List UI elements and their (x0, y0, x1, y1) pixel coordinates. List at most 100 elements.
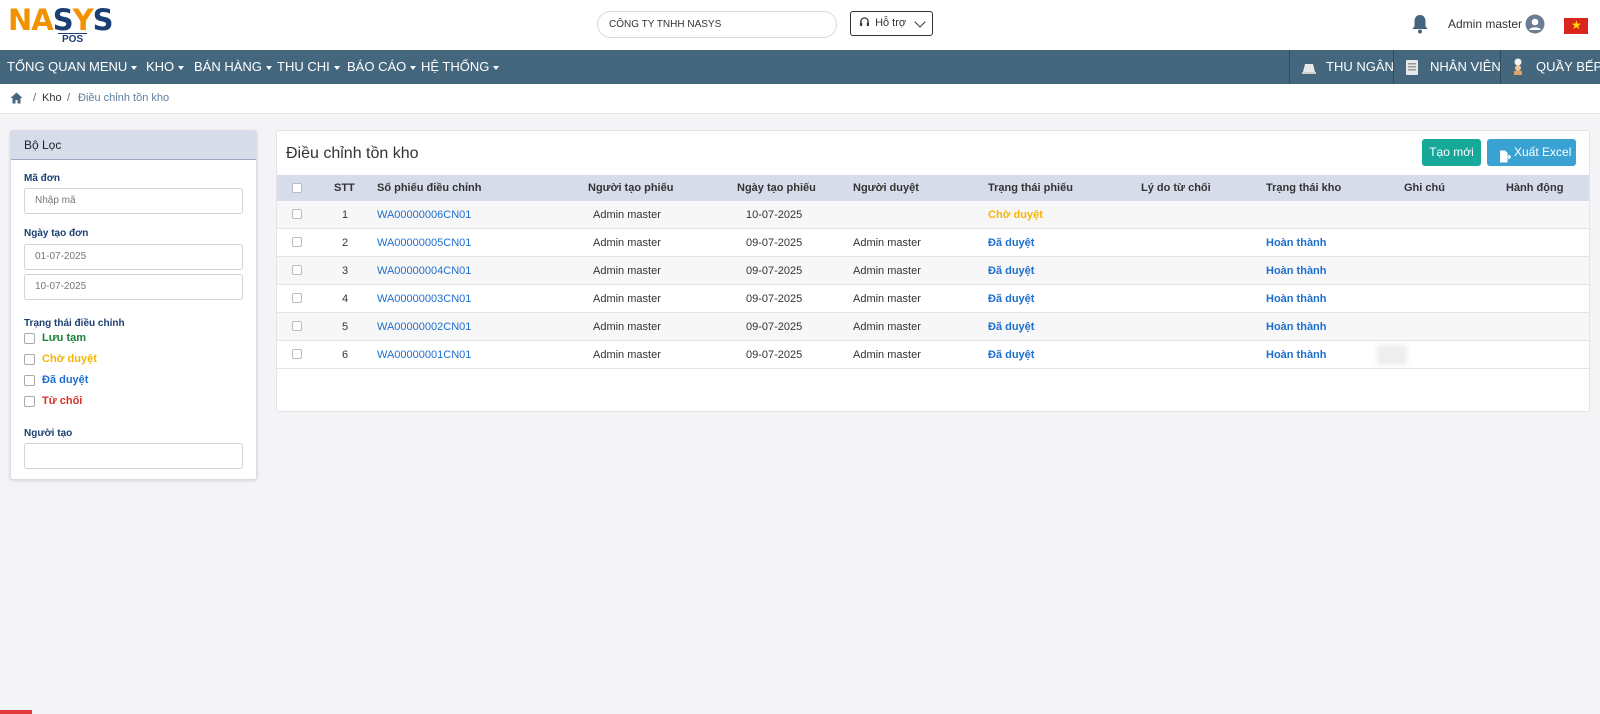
status-label: Trạng thái điều chỉnh (24, 318, 125, 329)
chef-icon (1510, 58, 1526, 76)
date-to-input[interactable]: 10-07-2025 (24, 274, 243, 300)
checkbox[interactable] (24, 375, 35, 386)
col-creator: Người tạo phiếu (588, 182, 674, 194)
nav-menu[interactable]: MENU (89, 50, 138, 84)
voucher-link[interactable]: WA00000002CN01 (377, 313, 471, 341)
col-date: Ngày tạo phiếu (737, 182, 816, 194)
filter-panel: Bộ Lọc Mã đơn Nhập mã Ngày tạo đơn 01-07… (10, 130, 257, 480)
creator-input[interactable] (24, 443, 243, 469)
col-approver: Người duyệt (853, 182, 919, 194)
stock-status-badge: Hoàn thành (1266, 265, 1327, 277)
caret-down-icon (493, 65, 500, 70)
select-all-checkbox[interactable] (292, 183, 302, 193)
nav-he-thong[interactable]: HỆ THỐNG (421, 50, 500, 84)
top-bar: NASYS POS CÔNG TY TNHH NASYS Hỗ trợ Admi… (0, 0, 1600, 50)
caret-down-icon (131, 65, 138, 70)
table-row[interactable]: 5 WA00000002CN01 Admin master 09-07-2025… (277, 313, 1589, 341)
table-row[interactable]: 3 WA00000004CN01 Admin master 09-07-2025… (277, 257, 1589, 285)
stock-status-badge: Hoàn thành (1266, 321, 1327, 333)
breadcrumb: / Kho / Điều chỉnh tồn kho (0, 84, 1600, 114)
logo-sub: POS (58, 33, 88, 45)
nav-divider (1500, 50, 1501, 84)
status-badge: Đã duyệt (988, 349, 1035, 361)
caret-down-icon (178, 65, 185, 70)
col-status: Trạng thái phiếu (988, 182, 1073, 194)
voucher-link[interactable]: WA00000004CN01 (377, 257, 471, 285)
caret-down-icon (265, 65, 272, 70)
create-new-button[interactable]: Tạo mới (1422, 139, 1481, 166)
vietnam-flag-icon[interactable]: ★ (1564, 18, 1588, 34)
voucher-link[interactable]: WA00000003CN01 (377, 285, 471, 313)
col-code: Số phiếu điều chỉnh (377, 182, 482, 194)
export-excel-button[interactable]: Xuất Excel (1487, 139, 1576, 166)
row-checkbox[interactable] (292, 209, 302, 219)
checkbox[interactable] (24, 354, 35, 365)
nav-nhan-vien[interactable]: NHÂN VIÊN (1430, 50, 1501, 84)
home-icon[interactable] (10, 92, 23, 104)
nav-ban-hang[interactable]: BÁN HÀNG (194, 50, 272, 84)
row-checkbox[interactable] (292, 293, 302, 303)
bell-icon[interactable] (1411, 14, 1429, 34)
stock-status-badge: Hoàn thành (1266, 293, 1327, 305)
table-row[interactable]: 1 WA00000006CN01 Admin master 10-07-2025… (277, 201, 1589, 229)
nav-divider (1289, 50, 1290, 84)
caret-down-icon (410, 65, 417, 70)
staff-icon (1404, 58, 1420, 76)
filter-title: Bộ Lọc (11, 131, 256, 160)
chevron-down-icon (914, 16, 926, 28)
caret-down-icon (333, 65, 340, 70)
file-export-icon (1499, 146, 1512, 163)
code-label: Mã đơn (24, 173, 60, 184)
row-checkbox[interactable] (292, 349, 302, 359)
voucher-link[interactable]: WA00000006CN01 (377, 201, 471, 229)
table-header: STT Số phiếu điều chỉnh Người tạo phiếu … (277, 175, 1589, 201)
breadcrumb-current: Điều chỉnh tồn kho (78, 92, 170, 104)
nav-bao-cao[interactable]: BÁO CÁO (347, 50, 417, 84)
status-badge: Đã duyệt (988, 237, 1035, 249)
corner-marker (0, 710, 32, 714)
nav-thu-ngan[interactable]: THU NGÂN (1326, 50, 1394, 84)
status-badge: Đã duyệt (988, 293, 1035, 305)
checkbox[interactable] (24, 396, 35, 407)
col-reason: Lý do từ chối (1141, 182, 1211, 194)
support-dropdown[interactable]: Hỗ trợ (850, 11, 933, 36)
col-stt: STT (334, 182, 355, 194)
stock-status-badge: Hoàn thành (1266, 349, 1327, 361)
nav-kho[interactable]: KHO (146, 50, 185, 84)
headset-icon (859, 17, 873, 29)
cashier-icon (1301, 58, 1317, 76)
nasys-pos-logo[interactable]: NASYS POS (8, 4, 123, 45)
row-checkbox[interactable] (292, 237, 302, 247)
note-blur (1377, 345, 1407, 365)
nav-thu-chi[interactable]: THU CHI (277, 50, 340, 84)
table-row[interactable]: 2 WA00000005CN01 Admin master 09-07-2025… (277, 229, 1589, 257)
date-from-input[interactable]: 01-07-2025 (24, 244, 243, 270)
username[interactable]: Admin master (1448, 17, 1522, 31)
page-title: Điều chỉnh tồn kho (286, 145, 419, 162)
voucher-link[interactable]: WA00000001CN01 (377, 341, 471, 369)
checkbox[interactable] (24, 333, 35, 344)
date-label: Ngày tạo đơn (24, 228, 89, 239)
table-row[interactable]: 6 WA00000001CN01 Admin master 09-07-2025… (277, 341, 1589, 369)
col-action: Hành động (1506, 182, 1564, 194)
stock-status-badge: Hoàn thành (1266, 237, 1327, 249)
table-row[interactable]: 4 WA00000003CN01 Admin master 09-07-2025… (277, 285, 1589, 313)
company-selector[interactable]: CÔNG TY TNHH NASYS (597, 11, 837, 38)
nav-tong-quan[interactable]: TỔNG QUAN (7, 50, 86, 84)
adjustment-card: Điều chỉnh tồn kho Tạo mới Xuất Excel ST… (276, 130, 1590, 412)
col-note: Ghi chú (1404, 182, 1445, 194)
user-circle-icon[interactable] (1525, 14, 1545, 34)
col-stock-status: Trạng thái kho (1266, 182, 1342, 194)
creator-label: Người tạo (24, 428, 73, 439)
support-label: Hỗ trợ (875, 17, 907, 29)
nav-quay-bep[interactable]: QUẦY BẾP (1536, 50, 1600, 84)
row-checkbox[interactable] (292, 265, 302, 275)
main-nav: TỔNG QUAN MENU KHO BÁN HÀNG THU CHI BÁO … (0, 50, 1600, 84)
row-checkbox[interactable] (292, 321, 302, 331)
status-badge: Đã duyệt (988, 321, 1035, 333)
voucher-link[interactable]: WA00000005CN01 (377, 229, 471, 257)
nav-divider (1393, 50, 1394, 84)
breadcrumb-kho[interactable]: Kho (42, 92, 62, 104)
code-input[interactable]: Nhập mã (24, 188, 243, 214)
status-badge: Chờ duyệt (988, 209, 1043, 221)
